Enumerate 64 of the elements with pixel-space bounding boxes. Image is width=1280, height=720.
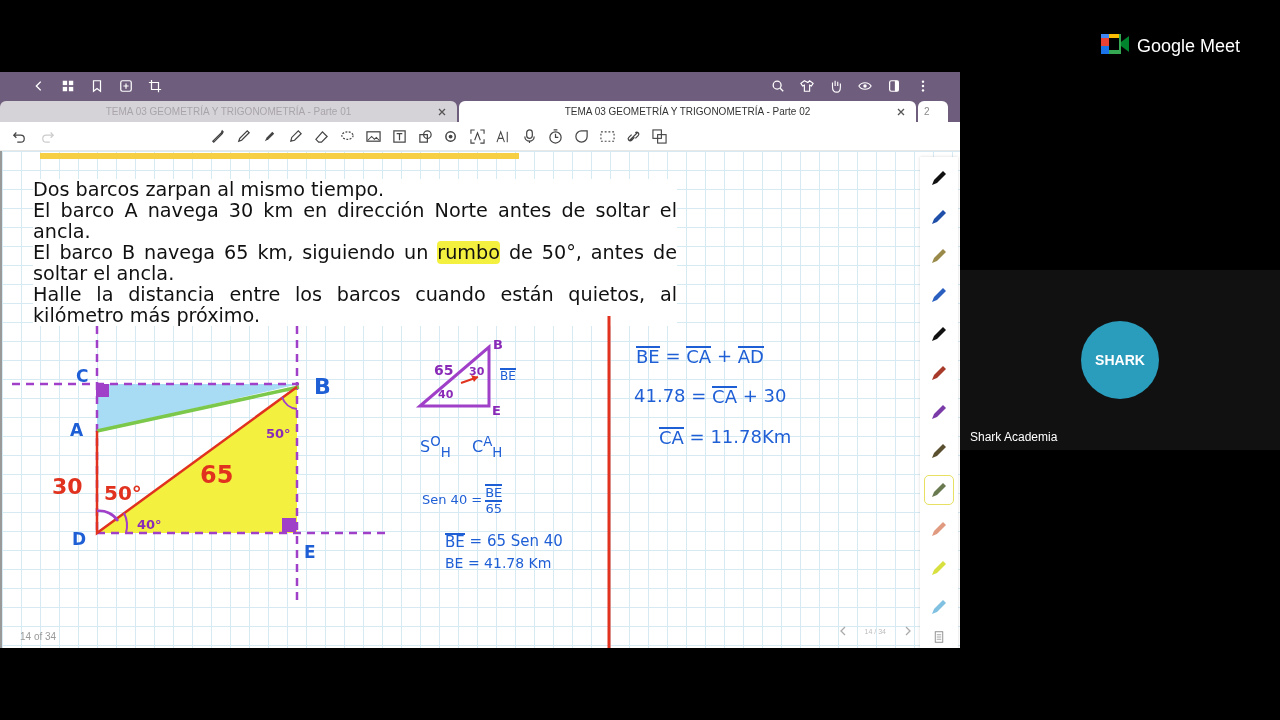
- timer-icon[interactable]: [548, 128, 563, 144]
- angle-arc: [281, 396, 298, 410]
- crop-icon[interactable]: [148, 79, 162, 93]
- grid-icon[interactable]: [61, 79, 75, 93]
- diagram-label: 65: [434, 362, 454, 378]
- participant-name: Shark Academia: [970, 430, 1058, 444]
- shapes-icon[interactable]: [418, 128, 433, 144]
- add-page-icon[interactable]: [119, 79, 133, 93]
- diagram-label: E: [304, 542, 316, 562]
- handwritten-equation: BE = 65 Sen 40: [445, 532, 563, 550]
- page-indicator: 14 of 34: [20, 631, 57, 642]
- diagram-label: 30: [469, 365, 485, 378]
- close-icon[interactable]: [438, 108, 446, 116]
- handwritten-equation: BE = 41.78 Km: [445, 555, 552, 571]
- diagram-label: 65: [200, 461, 234, 489]
- problem-text: El barco A navega 30 km en dirección Norte antes de soltar el ancla.: [33, 200, 677, 242]
- close-icon[interactable]: [897, 108, 905, 116]
- diagram-label: 40: [438, 388, 454, 401]
- pen-icon[interactable]: [210, 128, 225, 144]
- highlighter-icon[interactable]: [288, 128, 303, 144]
- pencil-icon[interactable]: [236, 128, 251, 144]
- problem-text: El barco B navega 65 km, siguiendo un rumbo de 50°, antes de soltar el ancla.: [33, 242, 677, 284]
- problem-text: Halle la distancia entre los barcos cuando están quietos, al kilómetro más próximo.: [33, 284, 677, 326]
- handwritten-equation: BE = CA + AD: [636, 345, 764, 366]
- bookmark-icon[interactable]: [90, 79, 104, 93]
- translate-icon[interactable]: [652, 128, 667, 144]
- arrow: [460, 375, 479, 384]
- panel-icon[interactable]: [887, 79, 901, 93]
- handwritten-equation: BE: [500, 368, 516, 382]
- text-scan-icon[interactable]: [470, 128, 485, 144]
- right-angle-mark: [282, 518, 296, 532]
- dashed-box-icon[interactable]: [600, 128, 615, 144]
- diagram-label: 30: [52, 474, 83, 499]
- text-letter-icon[interactable]: [496, 128, 511, 144]
- hand-icon[interactable]: [829, 79, 843, 93]
- problem-text: Dos barcos zarpan al mismo tiempo.: [33, 179, 677, 200]
- undo-icon[interactable]: [12, 129, 26, 143]
- shirt-icon[interactable]: [800, 79, 814, 93]
- app-brand: Google Meet: [1136, 35, 1240, 57]
- diagram-label: C: [76, 366, 89, 386]
- diagram-label: B: [493, 337, 503, 352]
- text-box-icon[interactable]: [392, 128, 407, 144]
- diagram-label: A: [70, 420, 84, 440]
- diagram-label: 50°: [266, 426, 291, 441]
- eye-icon[interactable]: [858, 79, 872, 93]
- microphone-icon[interactable]: [522, 128, 537, 144]
- angle-arc: [96, 509, 119, 522]
- image-icon[interactable]: [366, 128, 381, 144]
- eraser-icon[interactable]: [314, 128, 329, 144]
- handwritten-equation: 41.78 = CA + 30: [634, 385, 787, 406]
- document-tab[interactable]: TEMA 03 GEOMETRÍA Y TRIGONOMETRÍA - Parte 02: [459, 101, 916, 122]
- avatar-text: SHARK: [1095, 352, 1145, 368]
- sticker-icon[interactable]: [574, 128, 589, 144]
- magnifier-icon[interactable]: [444, 128, 459, 144]
- diagram-label: 50°: [104, 481, 142, 505]
- diagram-label: 40°: [137, 517, 162, 532]
- tab-count-dropdown[interactable]: 2: [918, 101, 948, 122]
- search-icon[interactable]: [771, 79, 785, 93]
- diagram-label: D: [72, 529, 87, 549]
- angle-arc: [123, 512, 128, 534]
- handwritten-equation: CA = 11.78Km: [659, 426, 792, 447]
- diagram-label: B: [314, 374, 331, 399]
- diagram-label: E: [492, 403, 501, 418]
- right-angle-mark: [96, 384, 109, 397]
